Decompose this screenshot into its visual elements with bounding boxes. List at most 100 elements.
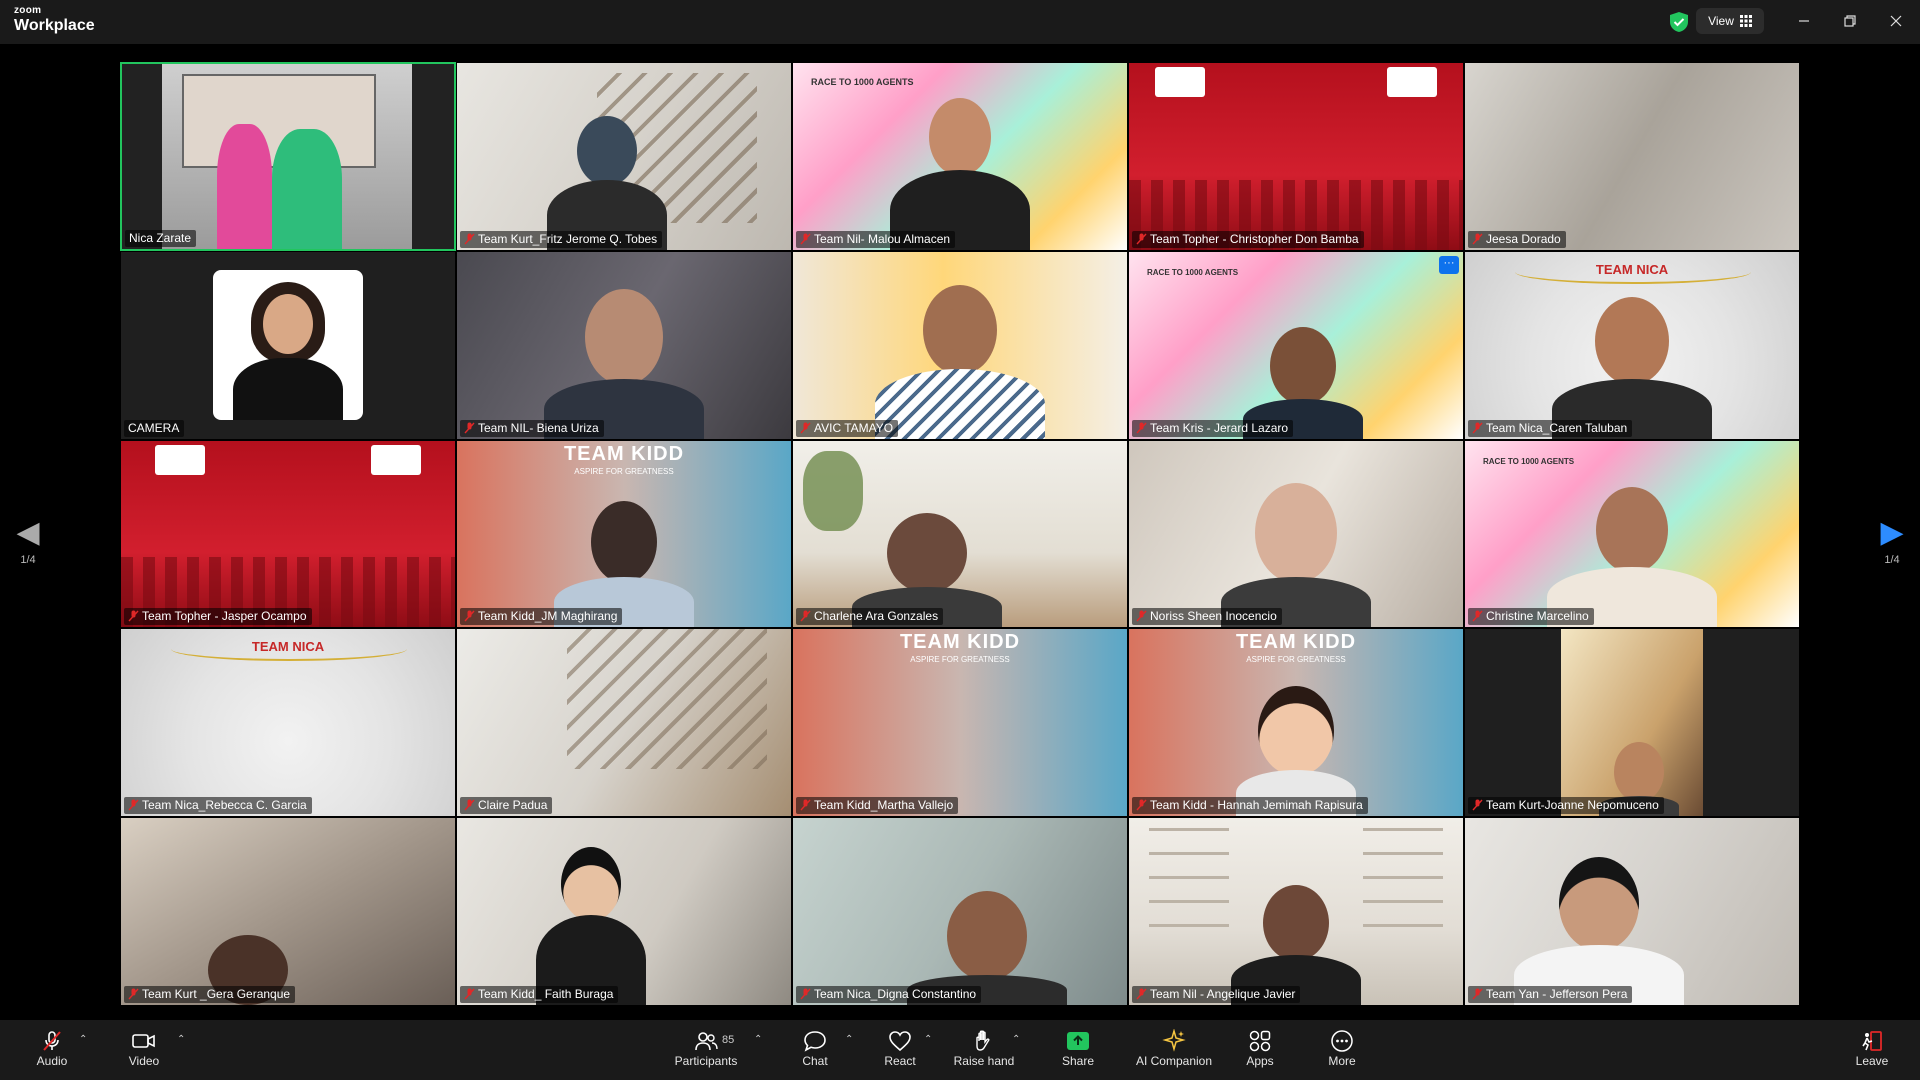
participant-video bbox=[1547, 487, 1717, 628]
view-button[interactable]: View bbox=[1696, 8, 1764, 34]
prev-page-button[interactable]: ◀ 1/4 bbox=[8, 518, 48, 567]
leave-label: Leave bbox=[1855, 1054, 1889, 1068]
participant-name: Team Kurt _Gera Geranque bbox=[124, 985, 296, 1003]
video-tile[interactable]: Team Kidd_ Faith Buraga bbox=[456, 817, 792, 1006]
restore-icon bbox=[1844, 15, 1856, 27]
restore-button[interactable] bbox=[1832, 8, 1868, 34]
more-button[interactable]: More bbox=[1322, 1028, 1362, 1076]
background-banner: RACE TO 1000 AGENTS bbox=[811, 77, 914, 87]
video-gallery: Nica Zarate Team Kurt_Fritz Jerome Q. To… bbox=[120, 62, 1800, 1006]
background-banner: TEAM NICA bbox=[251, 639, 325, 655]
tile-more-button[interactable]: ··· bbox=[1439, 255, 1459, 274]
brand-small: zoom bbox=[14, 5, 42, 16]
participants-label: Participants bbox=[674, 1054, 738, 1068]
participants-options-caret-icon[interactable]: ⌃ bbox=[754, 1034, 762, 1045]
participant-video bbox=[547, 115, 668, 250]
video-tile[interactable]: Nica Zarate bbox=[120, 62, 456, 251]
ai-companion-label: AI Companion bbox=[1135, 1054, 1213, 1068]
video-tile[interactable]: RACE TO 1000 AGENTS ··· Team Kris - Jera… bbox=[1128, 250, 1464, 440]
chat-options-caret-icon[interactable]: ⌃ bbox=[845, 1034, 853, 1045]
apps-button[interactable]: Apps bbox=[1240, 1028, 1280, 1076]
mic-muted-icon bbox=[800, 422, 811, 434]
video-tile[interactable]: Claire Padua bbox=[456, 628, 792, 818]
zoom-logo: zoom Workplace bbox=[14, 6, 95, 34]
raise-hand-button[interactable]: Raise hand bbox=[952, 1028, 1016, 1076]
video-tile[interactable]: Charlene Ara Gonzales bbox=[792, 439, 1128, 629]
encryption-shield-icon[interactable] bbox=[1668, 11, 1690, 33]
ai-companion-button[interactable]: AI Companion bbox=[1130, 1028, 1218, 1076]
video-tile[interactable]: Team Topher - Jasper Ocampo bbox=[120, 439, 456, 629]
raise-hand-label: Raise hand bbox=[953, 1054, 1015, 1068]
video-tile[interactable]: RACE TO 1000 AGENTS Christine Marcelino bbox=[1464, 439, 1800, 629]
video-tile[interactable]: TEAM KIDD ASPIRE FOR GREATNESS Team Kidd… bbox=[792, 628, 1128, 818]
video-label: Video bbox=[128, 1054, 160, 1068]
mic-muted-icon bbox=[800, 988, 811, 1000]
mic-muted-icon bbox=[43, 1031, 61, 1051]
video-tile[interactable]: Team NIL- Biena Uriza bbox=[456, 250, 792, 440]
participant-name-text: Claire Padua bbox=[478, 798, 548, 813]
video-tile[interactable]: TEAM KIDD ASPIRE FOR GREATNESS Team Kidd… bbox=[1128, 628, 1464, 818]
video-tile[interactable]: Team Nil - Angelique Javier bbox=[1128, 817, 1464, 1006]
background-banner: RACE TO 1000 AGENTS bbox=[1147, 267, 1239, 277]
participant-name-text: Team Kidd - Hannah Jemimah Rapisura bbox=[1150, 798, 1363, 813]
participant-name: Team Yan - Jefferson Pera bbox=[1468, 985, 1633, 1003]
title-bar: zoom Workplace View bbox=[0, 0, 1920, 44]
participant-name-text: Jeesa Dorado bbox=[1486, 231, 1561, 246]
mic-muted-icon bbox=[800, 610, 811, 622]
participant-name: Christine Marcelino bbox=[1468, 608, 1594, 626]
chat-button[interactable]: Chat bbox=[795, 1028, 835, 1076]
video-tile[interactable]: Noriss Sheen Inocencio bbox=[1128, 439, 1464, 629]
participant-name: Nica Zarate bbox=[125, 229, 197, 247]
chat-icon bbox=[804, 1031, 826, 1052]
video-tile[interactable]: TEAM NICA Team Nica_Caren Taluban bbox=[1464, 250, 1800, 440]
participant-name-text: Team NIL- Biena Uriza bbox=[478, 420, 599, 435]
leave-door-icon bbox=[1862, 1031, 1882, 1051]
video-tile[interactable]: Team Yan - Jefferson Pera bbox=[1464, 817, 1800, 1006]
video-tile[interactable]: RACE TO 1000 AGENTS Team Nil- Malou Alma… bbox=[792, 62, 1128, 251]
participant-name: Team Kidd_ Faith Buraga bbox=[460, 985, 619, 1003]
participant-video bbox=[875, 284, 1045, 439]
minimize-button[interactable] bbox=[1786, 8, 1822, 34]
participant-video bbox=[1221, 483, 1371, 628]
gallery-stage: ◀ 1/4 ▶ 1/4 Nica Zarate Team Kurt_Fritz … bbox=[0, 44, 1920, 1020]
background-banner: TEAM KIDD bbox=[1235, 631, 1357, 654]
audio-button[interactable]: Audio bbox=[32, 1028, 72, 1076]
mic-muted-icon bbox=[128, 988, 139, 1000]
video-tile[interactable]: Jeesa Dorado bbox=[1464, 62, 1800, 251]
participant-video bbox=[1552, 296, 1712, 439]
mic-muted-icon bbox=[464, 799, 475, 811]
video-tile[interactable]: CAMERA bbox=[120, 250, 456, 440]
video-tile[interactable]: TEAM KIDD ASPIRE FOR GREATNESS Team Kidd… bbox=[456, 439, 792, 629]
react-options-caret-icon[interactable]: ⌃ bbox=[924, 1034, 932, 1045]
video-tile[interactable]: AVIC TAMAYO bbox=[792, 250, 1128, 440]
video-tile[interactable]: Team Kurt _Gera Geranque bbox=[120, 817, 456, 1006]
raise-hand-options-caret-icon[interactable]: ⌃ bbox=[1012, 1034, 1020, 1045]
participant-name-text: Team Topher - Jasper Ocampo bbox=[142, 609, 307, 624]
mic-muted-icon bbox=[128, 799, 139, 811]
participant-name-text: Team Nil - Angelique Javier bbox=[1150, 986, 1296, 1001]
video-tile[interactable]: Team Topher - Christopher Don Bamba bbox=[1128, 62, 1464, 251]
audio-label: Audio bbox=[36, 1054, 68, 1068]
mic-muted-icon bbox=[128, 610, 139, 622]
video-tile[interactable]: Team Nica_Digna Constantino bbox=[792, 817, 1128, 1006]
brand-big: Workplace bbox=[14, 17, 95, 34]
background-tagline: ASPIRE FOR GREATNESS bbox=[910, 655, 1010, 665]
close-button[interactable] bbox=[1878, 8, 1914, 34]
video-tile[interactable]: Team Kurt-Joanne Nepomuceno bbox=[1464, 628, 1800, 818]
share-button[interactable]: Share bbox=[1058, 1028, 1098, 1076]
video-tile[interactable]: TEAM NICA Team Nica_Rebecca C. Garcia bbox=[120, 628, 456, 818]
participant-name-text: Team Kurt-Joanne Nepomuceno bbox=[1486, 798, 1659, 813]
audio-options-caret-icon[interactable]: ⌃ bbox=[79, 1034, 87, 1045]
participant-name: AVIC TAMAYO bbox=[796, 419, 899, 437]
participant-name-text: Team Nica_Digna Constantino bbox=[814, 986, 977, 1001]
mic-muted-icon bbox=[1136, 233, 1147, 245]
leave-button[interactable]: Leave bbox=[1852, 1028, 1892, 1076]
mic-muted-icon bbox=[1472, 422, 1483, 434]
react-button[interactable]: React bbox=[880, 1028, 920, 1076]
video-options-caret-icon[interactable]: ⌃ bbox=[177, 1034, 185, 1045]
participant-name-text: Team Kidd_JM Maghirang bbox=[478, 609, 618, 624]
video-tile[interactable]: Team Kurt_Fritz Jerome Q. Tobes bbox=[456, 62, 792, 251]
video-button[interactable]: Video bbox=[124, 1028, 164, 1076]
more-ellipsis-icon bbox=[1331, 1030, 1353, 1052]
next-page-button[interactable]: ▶ 1/4 bbox=[1872, 518, 1912, 567]
